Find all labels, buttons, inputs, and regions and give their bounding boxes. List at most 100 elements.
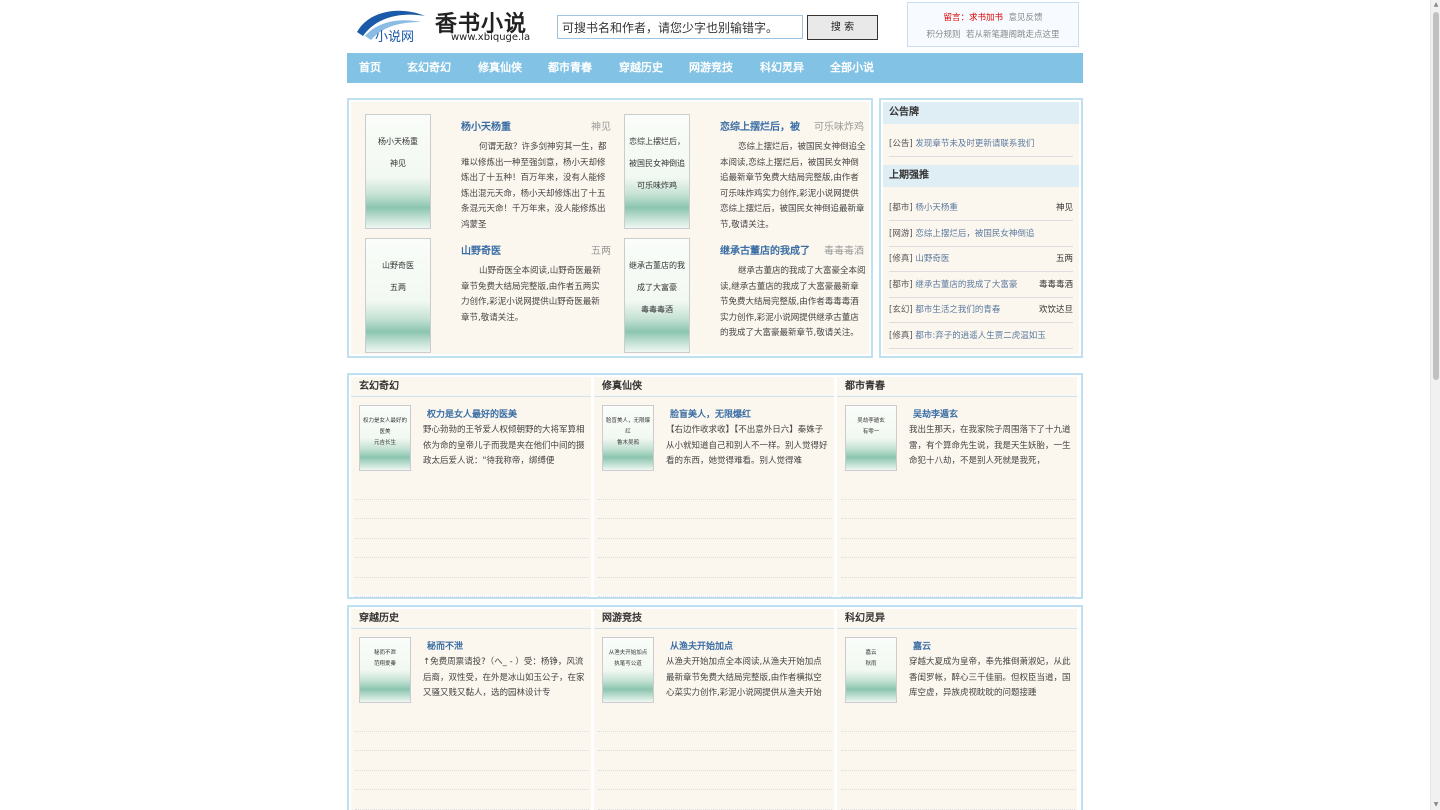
featured-book[interactable]: 恋综上摆烂后，被国民女神倒追 可乐味炸鸡 恋综上摆烂后，被 可乐味炸鸡 恋综上摆… bbox=[616, 108, 870, 230]
category-title[interactable]: 修真仙侠 bbox=[594, 377, 834, 397]
book-cover[interactable]: 权力是女人最好的医美 元吉长生 bbox=[359, 405, 411, 471]
rank-author[interactable]: 神见 bbox=[1056, 196, 1073, 220]
book-list: 离婚坠崖，沈总拿着孕检祭品以下犯上青岐年代：从魔都浮制片厂开斗罗：加入武魂殿，我… bbox=[355, 712, 589, 810]
book-list: 霸运女二，胎穿70年代苟内娱第一娇妻二十一世纪梨天灾降临，我在海洋求生末世大佬穿… bbox=[355, 480, 589, 597]
scroll-down-icon[interactable]: ▼ bbox=[1432, 801, 1440, 809]
rank-author[interactable]: 毒毒毒酒 bbox=[1039, 273, 1073, 297]
category-title[interactable]: 穿越历史 bbox=[351, 609, 591, 629]
rank-book[interactable]: 山野奇医 bbox=[915, 254, 949, 264]
book-cover[interactable]: 嘉云 秋雨 bbox=[845, 637, 897, 703]
announce-item[interactable]: [公告] 发现章节未及时更新请联系我们 bbox=[889, 132, 1073, 157]
nav-all[interactable]: 全部小说 bbox=[830, 53, 874, 83]
rank-book[interactable]: 都市:弃子的逍遥人生贾二虎温如玉 bbox=[915, 331, 1045, 341]
category-block: 都市青春 吴劫李遁玄 有零一 吴劫李遁玄 我出生那天，在我家院子周围落下了十九道雷，有… bbox=[837, 377, 1077, 597]
nav-xuanhuan[interactable]: 玄幻奇幻 bbox=[407, 53, 451, 83]
scroll-up-icon[interactable]: ▲ bbox=[1432, 1, 1440, 9]
book-list: 死遁前向男二倾情表白夜太上无情风御九秋凛冬长夜糟鹤娱乐：一个影帝，全网求在惊悚直… bbox=[841, 712, 1075, 810]
rank-tag: [都市] bbox=[889, 280, 913, 290]
notice-box: 留言：求书加书 意见反馈 积分规则 若从新笔趣阁跳走点这里 bbox=[907, 2, 1079, 47]
list-item: 带球跑Omega的自我修养人在修仙世界，和谁都能 bbox=[598, 500, 832, 519]
book-author[interactable]: 神见 bbox=[591, 118, 611, 133]
featured-book[interactable]: 杨小天杨重 神见 杨小天杨重 神见 何谓无敌？许多剑神穷其一生，都难以修炼出一种… bbox=[357, 108, 611, 230]
top-book-title[interactable]: 吴劫李遁玄 bbox=[913, 407, 958, 420]
list-item: 年代：从魔都浮制片厂开斗罗：加入武魂殿，我带 bbox=[355, 732, 589, 751]
rank-item[interactable]: [都市] 继承古董店的我成了大富豪 毒毒毒酒 bbox=[889, 273, 1073, 298]
book-cover[interactable]: 脸盲美人，无限爆红 鲁木吴鸦 bbox=[602, 405, 654, 471]
rank-book[interactable]: 继承古董店的我成了大富豪 bbox=[915, 280, 1017, 290]
cover-text: 嘉云 秋雨 bbox=[865, 650, 877, 667]
featured-book[interactable]: 山野奇医 五两 山野奇医 五两 山野奇医全本阅读,山野奇医最新章节免费大结局完整… bbox=[357, 232, 611, 353]
book-cover[interactable]: 杨小天杨重 神见 bbox=[365, 114, 431, 229]
top-book-title[interactable]: 秘而不泄 bbox=[427, 639, 463, 652]
category-title[interactable]: 科幻灵异 bbox=[837, 609, 1077, 629]
list-item: 盗墓：我成了那天饭店的白月光归来，这隐婚老公 bbox=[598, 519, 832, 539]
book-author[interactable]: 五两 bbox=[591, 242, 611, 257]
nav-wangyou[interactable]: 网游竞技 bbox=[689, 53, 733, 83]
rank-item[interactable]: [网游] 恋综上摆烂后，被国民女神倒追 bbox=[889, 222, 1073, 247]
rank-book[interactable]: 杨小天杨重 bbox=[915, 203, 958, 213]
rank-book[interactable]: 都市生活之我们的青春 bbox=[915, 305, 1000, 315]
feedback-link[interactable]: 意见反馈 bbox=[1008, 13, 1042, 23]
category-title[interactable]: 网游竞技 bbox=[594, 609, 834, 629]
book-title[interactable]: 山野奇医 bbox=[461, 242, 501, 257]
list-item: 恋综上摆烂后，被国民女从龙族开始的求死之路刺 bbox=[598, 790, 832, 810]
book-author[interactable]: 可乐味炸鸡 bbox=[814, 118, 864, 133]
cover-text: 吴劫李遁玄 有零一 bbox=[857, 418, 885, 435]
book-cover[interactable]: 从渔夫开始加点 执笔写公道 bbox=[602, 637, 654, 703]
rank-item[interactable]: [修真] 都市:弃子的逍遥人生贾二虎温如玉 bbox=[889, 324, 1073, 349]
announce-text[interactable]: 发现章节未及时更新请联系我们 bbox=[915, 139, 1034, 149]
request-book-link[interactable]: 求书加书 bbox=[969, 13, 1003, 23]
scrollbar-thumb[interactable] bbox=[1433, 12, 1439, 380]
book-cover[interactable]: 山野奇医 五两 bbox=[365, 238, 431, 353]
book-author[interactable]: 毒毒毒酒 bbox=[824, 242, 864, 257]
list-item: 杨重杨小天神见质子重生殊觉 bbox=[598, 732, 832, 751]
points-rules-link[interactable]: 积分规则 bbox=[927, 30, 961, 40]
rank-item[interactable]: [都市] 杨小天杨重 神见 bbox=[889, 196, 1073, 221]
search-button[interactable]: 搜 索 bbox=[807, 15, 878, 40]
book-cover[interactable]: 继承古董店的我成了大富豪 毒毒毒酒 bbox=[624, 238, 690, 353]
list-item: 勿扰，真千金她侯送清北末日众神之殇伴山守静 bbox=[355, 578, 589, 597]
category-block: 穿越历史 秘而不泄 范翔爱秦 秘而不泄 ↑免费周票请投?（へ_ - ）受：杨铮，风流后… bbox=[351, 609, 591, 810]
top-book-desc: 【右边作收求收】【不出意外日六】秦姝子从小就知道自己和别人不一样。别人觉得好看的… bbox=[666, 425, 828, 466]
jump-link[interactable]: 若从新笔趣阁跳走点这里 bbox=[966, 30, 1060, 40]
nav-home[interactable]: 首页 bbox=[359, 53, 381, 83]
top-book-title[interactable]: 嘉云 bbox=[913, 639, 931, 652]
site-logo[interactable]: 小说网 香书小说 www.xbiquge.la bbox=[355, 4, 535, 45]
rank-author[interactable]: 五两 bbox=[1056, 247, 1073, 271]
rank-tag: [玄幻] bbox=[889, 305, 913, 315]
top-book-title[interactable]: 从渔夫开始加点 bbox=[670, 639, 733, 652]
nav-xiuzhen[interactable]: 修真仙侠 bbox=[478, 53, 522, 83]
book-title[interactable]: 恋综上摆烂后，被 bbox=[720, 118, 800, 133]
search-input[interactable]: 可搜书名和作者，请您少字也别输错字。 bbox=[557, 15, 803, 39]
rank-item[interactable]: [修真] 山野奇医 五两 bbox=[889, 247, 1073, 272]
list-item: 攻略异世界，男配们怎么夫人请上进宇白 bbox=[598, 539, 832, 558]
list-item: 【综总攻】美梦成真录像天渊沐满三生 bbox=[841, 539, 1075, 558]
rank-book[interactable]: 恋综上摆烂后，被国民女神倒追 bbox=[915, 229, 1034, 239]
category-title[interactable]: 玄幻奇幻 bbox=[351, 377, 591, 397]
book-cover[interactable]: 恋综上摆烂后，被国民女神倒追 可乐味炸鸡 bbox=[624, 114, 690, 229]
category-block: 修真仙侠脸盲美人，无限爆红 鲁木吴鸦 脸盲美人，无限爆红【右边作收求收】【不出意外… bbox=[594, 377, 834, 597]
category-title[interactable]: 都市青春 bbox=[837, 377, 1077, 397]
list-item: 在惊悚直播当美人NPC小江南烽火抗日救国鹳嗷之 bbox=[841, 751, 1075, 771]
nav-chuanyue[interactable]: 穿越历史 bbox=[619, 53, 663, 83]
book-cover[interactable]: 秘而不泄 范翔爱秦 bbox=[359, 637, 411, 703]
book-cover[interactable]: 吴劫李遁玄 有零一 bbox=[845, 405, 897, 471]
list-item: 离婚坠崖，沈总拿着孕检祭品以下犯上青岐 bbox=[355, 712, 589, 732]
nav-kehuan[interactable]: 科幻灵异 bbox=[760, 53, 804, 83]
list-item: 霸运女二，胎穿70年代苟内娱第一娇妻二十一世纪梨 bbox=[355, 480, 589, 500]
book-title[interactable]: 杨小天杨重 bbox=[461, 118, 511, 133]
rank-item[interactable]: [玄幻] 都市生活之我们的青春 欢饮达旦 bbox=[889, 298, 1073, 323]
page: 小说网 香书小说 www.xbiquge.la 可搜书名和作者，请您少字也别输错… bbox=[0, 0, 1440, 810]
rank-author[interactable]: 欢饮达旦 bbox=[1039, 298, 1073, 322]
cover-text: 山野奇医 五两 bbox=[382, 261, 414, 292]
book-desc: 何谓无敌？许多剑神穷其一生，都难以修炼出一种至强剑意，杨小天却修炼出了十五种！百… bbox=[461, 142, 607, 230]
book-title[interactable]: 继承古董店的我成了 bbox=[720, 242, 810, 257]
nav-dushi[interactable]: 都市青春 bbox=[548, 53, 592, 83]
rank-title: 上期强推 bbox=[883, 165, 1079, 187]
scrollbar[interactable]: ▲ ▼ bbox=[1430, 0, 1440, 810]
list-item: 萝依芭女神梦睡心安怎么办，仙帝都以为我和 bbox=[841, 480, 1075, 500]
featured-books: 杨小天杨重 神见 杨小天杨重 神见 何谓无敌？许多剑神穷其一生，都难以修炼出一种… bbox=[347, 98, 873, 358]
top-book-title[interactable]: 脸盲美人，无限爆红 bbox=[670, 407, 751, 420]
top-book-title[interactable]: 权力是女人最好的医美 bbox=[427, 407, 517, 420]
featured-book[interactable]: 继承古董店的我成了大富豪 毒毒毒酒 继承古董店的我成了 毒毒毒酒 继承古董店的我… bbox=[616, 232, 870, 353]
